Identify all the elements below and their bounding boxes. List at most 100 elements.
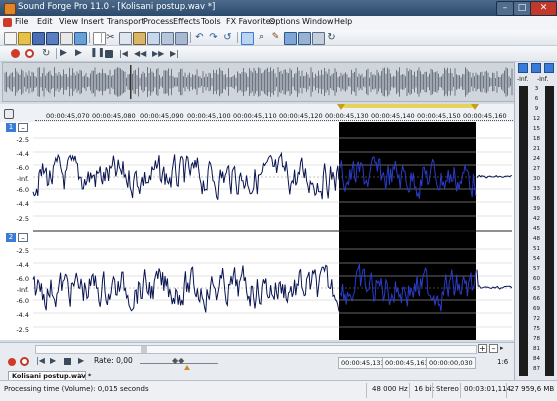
menu-view[interactable]: View (59, 17, 78, 26)
menu-fx-favorites[interactable]: FX Favorites (226, 17, 275, 26)
toolbar-separator (190, 32, 191, 43)
envelope-tool-icon[interactable] (284, 32, 297, 45)
status-bar: Processing time (Volume): 0,015 seconds … (0, 380, 557, 401)
selection-start-field[interactable]: 00:00:45,133 (338, 357, 388, 369)
meter-right-toggle-icon[interactable] (544, 63, 554, 73)
stop-icon[interactable] (105, 50, 113, 58)
menu-options[interactable]: Options (269, 17, 300, 26)
menu-effects[interactable]: Effects (173, 17, 200, 26)
menu-edit[interactable]: Edit (37, 17, 53, 26)
meter-scale-label: 72 (533, 316, 540, 322)
menu-transport[interactable]: Transport (107, 17, 145, 26)
loop-icon[interactable]: ↻ (42, 48, 53, 59)
zoom-in-button[interactable]: + (478, 344, 487, 353)
file-tab-close-icon[interactable]: × (77, 371, 84, 380)
record-icon[interactable] (11, 49, 20, 58)
close-button[interactable]: ✕ (530, 1, 557, 16)
go-to-start-icon[interactable]: |◀ (36, 356, 45, 365)
toolbar-separator (56, 48, 57, 59)
level-meter-panel: -Inf. -Inf. 3 6 9 12 15 18 21 24 27 30 33 36 39 42 45 4… (514, 62, 557, 380)
rate-slider-handle-icon[interactable]: ◆◆ (172, 356, 184, 365)
channel-2-waveform (32, 264, 340, 313)
record-monitor-icon[interactable] (25, 49, 34, 58)
open-folder-icon[interactable] (18, 32, 31, 45)
event-tool-icon[interactable] (298, 32, 311, 45)
scrollbar-thumb[interactable] (141, 346, 147, 353)
record-icon[interactable] (8, 358, 16, 366)
horizontal-scrollbar[interactable] (35, 345, 477, 354)
overview-waveform-path (4, 67, 513, 97)
menu-help[interactable]: Help (334, 17, 352, 26)
meter-left-peak: -Inf. (517, 76, 529, 83)
meter-scale-label: 33 (533, 186, 540, 192)
new-file-icon[interactable] (4, 32, 17, 45)
meter-scale-label: 21 (533, 146, 540, 152)
play-icon[interactable]: ▶ (75, 48, 86, 59)
meter-scale-label: 60 (533, 276, 540, 282)
waveform-display[interactable] (0, 122, 514, 340)
play-all-icon[interactable]: ▶ (60, 48, 71, 59)
pause-icon[interactable]: ❚❚ (90, 48, 105, 59)
lock-icon[interactable] (4, 109, 14, 119)
status-length: 00:03:01,114 (464, 385, 512, 393)
paste-icon[interactable] (133, 32, 146, 45)
meter-scale-label: 75 (533, 326, 540, 332)
minimize-button[interactable]: – (496, 1, 514, 16)
zoom-out-button[interactable]: – (489, 344, 498, 353)
meter-options-icon[interactable] (518, 63, 528, 73)
stop-icon[interactable] (64, 358, 71, 365)
meter-left-toggle-icon[interactable] (531, 63, 541, 73)
selection-start-marker-icon[interactable] (337, 104, 345, 110)
menu-window[interactable]: Window (302, 17, 334, 26)
go-to-end-icon[interactable]: ▶| (170, 48, 181, 59)
menu-tools[interactable]: Tools (201, 17, 221, 26)
sync-icon[interactable]: ↻ (326, 32, 337, 43)
menu-file[interactable]: File (15, 17, 28, 26)
waveform-overview[interactable] (2, 62, 516, 102)
edit-tool-icon[interactable] (241, 32, 254, 45)
scroll-right-icon[interactable]: ▸ (500, 344, 510, 353)
ruler-tick-label: 00:00:45,140 (371, 112, 415, 120)
copy-icon[interactable] (119, 32, 132, 45)
go-to-start-icon[interactable]: |◀ (119, 48, 130, 59)
menu-process[interactable]: Process (143, 17, 173, 26)
play-normal-icon[interactable]: ▶ (78, 356, 84, 365)
undo-icon[interactable]: ↶ (194, 32, 205, 43)
app-icon[interactable] (4, 3, 16, 15)
selection-end-marker-icon[interactable] (471, 104, 479, 110)
forward-icon[interactable]: ▶▶ (152, 48, 164, 59)
play-icon[interactable]: ▶ (50, 356, 56, 365)
menu-bar: File Edit View Insert Transport Process … (0, 16, 557, 31)
meter-scale-label: 39 (533, 206, 540, 212)
cut-icon[interactable]: ✂ (105, 32, 116, 43)
meter-scale-label: 9 (534, 106, 539, 112)
rewind-icon[interactable]: ◀◀ (134, 48, 146, 59)
save-icon[interactable] (32, 32, 45, 45)
status-sample-rate: 48 000 Hz (372, 385, 408, 393)
save-all-icon[interactable] (46, 32, 59, 45)
time-ruler[interactable]: 00:00:45,070 00:00:45,080 00:00:45,090 0… (0, 104, 514, 123)
overview-waveform (4, 65, 513, 99)
trim-icon[interactable] (161, 32, 174, 45)
properties-icon[interactable] (60, 32, 73, 45)
selection-end-field[interactable]: 00:00:45,163 (382, 357, 432, 369)
crop-icon[interactable] (175, 32, 188, 45)
status-divider (432, 383, 433, 398)
repeat-icon[interactable]: ↺ (222, 32, 233, 43)
ruler-tick-label: 00:00:45,090 (140, 112, 184, 120)
marker-tool-icon[interactable] (312, 32, 325, 45)
pencil-tool-icon[interactable]: ✎ (270, 32, 281, 43)
waveform-editor[interactable]: 1 – 2 – -2.5 -4.4 -6.0 -Inf. -6.0 -4.4 -… (0, 122, 514, 340)
rate-marker-icon (184, 365, 190, 370)
magnify-tool-icon[interactable]: ⌕ (256, 32, 267, 43)
mix-icon[interactable] (147, 32, 160, 45)
render-icon[interactable] (74, 32, 87, 45)
document-icon[interactable] (3, 18, 12, 27)
maximize-button[interactable]: □ (513, 1, 531, 16)
meter-scale-label: 36 (533, 196, 540, 202)
selection-length-field[interactable]: 00:00:00,030 (426, 357, 476, 369)
redo-icon[interactable]: ↷ (208, 32, 219, 43)
loop-record-icon[interactable] (20, 357, 29, 366)
menu-insert[interactable]: Insert (81, 17, 104, 26)
selection-marker-bar[interactable] (340, 104, 474, 108)
